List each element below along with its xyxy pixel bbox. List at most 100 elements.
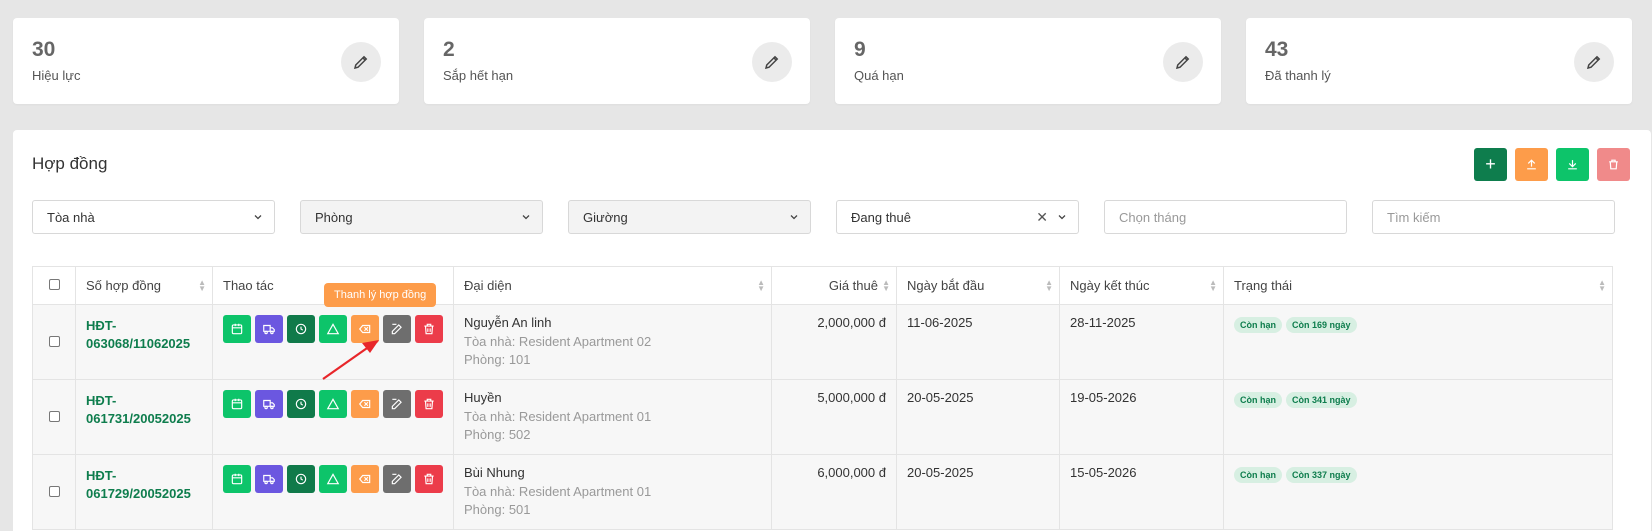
bulk-delete-button[interactable] xyxy=(1597,148,1630,181)
calendar-icon xyxy=(231,473,243,485)
chevron-down-icon xyxy=(1058,215,1066,220)
move-out-button[interactable] xyxy=(255,390,283,418)
header-actions: + xyxy=(1474,148,1630,181)
column-label: Ngày bắt đầu xyxy=(907,278,985,293)
edit-button[interactable] xyxy=(383,465,411,493)
signature-icon xyxy=(1574,42,1614,82)
calendar-button[interactable] xyxy=(223,315,251,343)
sort-icon: ▲ ▼ xyxy=(198,278,206,293)
delete-button[interactable] xyxy=(415,465,443,493)
edit-button[interactable] xyxy=(383,390,411,418)
download-button[interactable] xyxy=(1556,148,1589,181)
column-label: Đại diện xyxy=(464,278,512,293)
search-input[interactable]: Tìm kiếm xyxy=(1372,200,1615,234)
chevron-down-icon xyxy=(522,215,530,220)
contract-code-cell: HĐT- 063068/11062025 xyxy=(75,304,213,380)
upload-button[interactable] xyxy=(1515,148,1548,181)
table-row[interactable]: HĐT- 063068/11062025 Nguyễn An linh Tòa n… xyxy=(32,304,1613,380)
calendar-button[interactable] xyxy=(223,390,251,418)
contract-code-link[interactable]: HĐT- 063068/11062025 xyxy=(86,315,202,353)
liquidate-button[interactable] xyxy=(351,315,379,343)
stat-value: 43 xyxy=(1265,38,1289,61)
liquidate-button[interactable] xyxy=(351,465,379,493)
edit-icon xyxy=(391,323,402,335)
remaining-days-badge: Còn 341 ngày xyxy=(1286,392,1357,408)
move-out-button[interactable] xyxy=(255,315,283,343)
row-checkbox[interactable] xyxy=(48,410,60,422)
table-row[interactable]: HĐT- 061729/20052025 Bùi Nhung Tòa nhà: R… xyxy=(32,454,1613,530)
representative-name: Bùi Nhung xyxy=(464,465,525,480)
col-status[interactable]: Trạng thái ▲ ▼ xyxy=(1223,266,1613,305)
status-cell: Còn hạn Còn 337 ngày xyxy=(1223,454,1613,530)
liquidate-button[interactable] xyxy=(351,390,379,418)
status-select[interactable]: Đang thuê ✕ xyxy=(836,200,1079,234)
move-out-button[interactable] xyxy=(255,465,283,493)
contracts-table: Số hợp đồng ▲ ▼ Thao tác Đại diện ▲ ▼ Giá th… xyxy=(32,266,1613,530)
sort-icon: ▲ ▼ xyxy=(1045,278,1053,293)
col-representative[interactable]: Đại diện ▲ ▼ xyxy=(453,266,772,305)
table-header: Số hợp đồng ▲ ▼ Thao tác Đại diện ▲ ▼ Giá th… xyxy=(32,266,1613,305)
contract-code-link[interactable]: HĐT- 061731/20052025 xyxy=(86,390,202,428)
select-all-cell xyxy=(32,266,76,305)
alert-button[interactable] xyxy=(319,390,347,418)
representative-name: Huyền xyxy=(464,390,502,405)
contract-code-prefix: HĐT- xyxy=(86,468,117,483)
row-checkbox[interactable] xyxy=(48,335,60,347)
row-select-cell xyxy=(32,379,76,455)
column-label: Số hợp đồng xyxy=(86,278,162,293)
extend-button[interactable] xyxy=(287,465,315,493)
contract-code-cell: HĐT- 061731/20052025 xyxy=(75,379,213,455)
select-all-checkbox[interactable] xyxy=(48,279,60,290)
edit-button[interactable] xyxy=(383,315,411,343)
sort-icon: ▲ ▼ xyxy=(757,278,765,293)
col-end-date[interactable]: Ngày kết thúc ▲ ▼ xyxy=(1059,266,1224,305)
col-price[interactable]: Giá thuê ▲ ▼ xyxy=(771,266,897,305)
triangle-icon xyxy=(326,398,340,410)
building-name: Tòa nhà: Resident Apartment 01 xyxy=(464,409,652,424)
contract-code-prefix: HĐT- xyxy=(86,393,117,408)
row-actions xyxy=(223,315,443,343)
delete-button[interactable] xyxy=(415,390,443,418)
price-cell: 5,000,000 đ xyxy=(771,379,897,455)
extend-button[interactable] xyxy=(287,390,315,418)
contract-code-number: 061731/20052025 xyxy=(86,411,191,426)
truck-icon xyxy=(263,399,275,410)
stat-value: 30 xyxy=(32,38,56,61)
alert-button[interactable] xyxy=(319,465,347,493)
upload-icon xyxy=(1527,159,1536,170)
delete-button[interactable] xyxy=(415,315,443,343)
alert-button[interactable] xyxy=(319,315,347,343)
contract-code-prefix: HĐT- xyxy=(86,318,117,333)
status-cell: Còn hạn Còn 169 ngày xyxy=(1223,304,1613,380)
building-select[interactable]: Tòa nhà xyxy=(32,200,275,234)
col-contract-no[interactable]: Số hợp đồng ▲ ▼ xyxy=(75,266,213,305)
search-placeholder: Tìm kiếm xyxy=(1387,209,1441,225)
contract-code-number: 063068/11062025 xyxy=(86,336,191,351)
col-start-date[interactable]: Ngày bắt đầu ▲ ▼ xyxy=(896,266,1060,305)
column-label: Ngày kết thúc xyxy=(1070,278,1150,293)
calendar-button[interactable] xyxy=(223,465,251,493)
actions-cell xyxy=(212,379,454,455)
clear-icon[interactable]: ✕ xyxy=(1036,209,1048,226)
stat-label: Hiệu lực xyxy=(32,68,81,83)
signature-icon xyxy=(752,42,792,82)
row-checkbox[interactable] xyxy=(48,485,60,497)
contract-code-link[interactable]: HĐT- 061729/20052025 xyxy=(86,465,202,503)
download-icon xyxy=(1568,160,1577,170)
truck-icon xyxy=(263,324,275,335)
backspace-icon xyxy=(358,399,371,409)
triangle-icon xyxy=(326,323,340,335)
month-picker[interactable]: Chọn tháng xyxy=(1104,200,1347,234)
end-date-cell: 15-05-2026 xyxy=(1059,454,1224,530)
month-picker-placeholder: Chọn tháng xyxy=(1119,209,1187,225)
add-button[interactable]: + xyxy=(1474,148,1507,181)
room-select[interactable]: Phòng xyxy=(300,200,543,234)
room-name: Phòng: 501 xyxy=(464,502,531,517)
sort-icon: ▲ ▼ xyxy=(882,278,890,293)
bed-select[interactable]: Giường xyxy=(568,200,811,234)
signature-icon xyxy=(341,42,381,82)
stat-card-active: 30 Hiệu lực xyxy=(13,18,399,104)
representative-name: Nguyễn An linh xyxy=(464,315,552,330)
table-row[interactable]: HĐT- 061731/20052025 Huyền Tòa nhà: Resid… xyxy=(32,379,1613,455)
extend-button[interactable] xyxy=(287,315,315,343)
